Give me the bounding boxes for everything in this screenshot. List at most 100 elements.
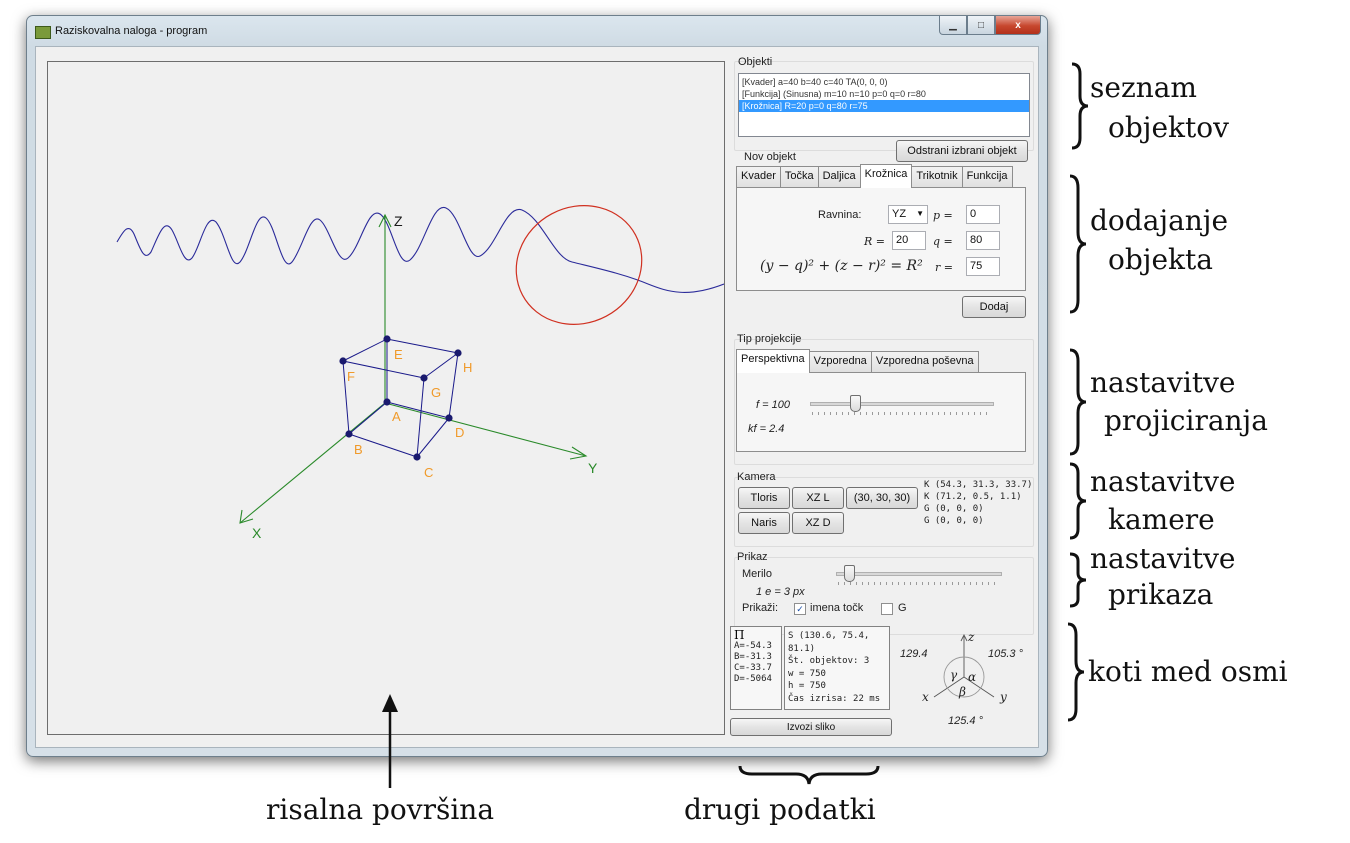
merilo-slider-thumb[interactable] <box>843 565 855 582</box>
tloris-button[interactable]: Tloris <box>738 487 790 509</box>
annot-koti: koti med osmi <box>1088 655 1288 688</box>
tab-kvader[interactable]: Kvader <box>736 166 781 187</box>
brace-drugi <box>738 765 880 785</box>
angle-y-label: y <box>999 690 1007 704</box>
tab-funkcija[interactable]: Funkcija <box>961 166 1013 187</box>
plane-symbol: Π <box>734 628 745 642</box>
imena-tock-label: imena točk <box>810 602 864 614</box>
camera-info-line: G (0, 0, 0) <box>924 516 984 526</box>
tab-perspektivna[interactable]: Perspektivna <box>736 349 810 373</box>
p-label: p = <box>933 209 953 222</box>
plane-coef: B=-31.3 <box>734 652 772 662</box>
g-checkbox[interactable] <box>881 603 893 615</box>
maximize-button[interactable]: □ <box>967 16 995 35</box>
circle-formula: (y − q)² + (z − r)² = R² <box>760 258 923 274</box>
tab-kroznica[interactable]: Krožnica <box>859 164 913 188</box>
camera-info-line: K (71.2, 0.5, 1.1) <box>924 492 1022 502</box>
f-slider-thumb[interactable] <box>849 395 861 412</box>
window-controls: ▁ □ x <box>939 16 1041 36</box>
remove-object-button[interactable]: Odstrani izbrani objekt <box>896 140 1028 162</box>
scene-info-line: w = 750 <box>788 668 826 679</box>
prikaz-label: Prikaz <box>737 551 768 563</box>
axes <box>239 213 588 524</box>
z-axis-label: Z <box>394 213 403 229</box>
objects-list[interactable]: [Kvader] a=40 b=40 c=40 TA(0, 0, 0) [Fun… <box>738 73 1030 137</box>
camera-info-line: K (54.3, 31.3, 33.7) <box>924 480 1033 490</box>
kf-value-label: kf = 2.4 <box>748 423 785 435</box>
angle-top-left: 129.4 <box>900 648 928 660</box>
sine-function-curve <box>116 207 724 293</box>
annot-seznam-1: seznam <box>1090 71 1197 104</box>
angle-bottom: 125.4 ° <box>948 715 984 727</box>
close-button[interactable]: x <box>995 16 1041 35</box>
imena-tock-checkbox[interactable]: ✓ <box>794 603 806 615</box>
merilo-label: Merilo <box>742 568 772 580</box>
annot-prikaza-2: prikaza <box>1108 578 1214 611</box>
list-item-selected[interactable]: [Krožnica] R=20 p=0 q=80 r=75 <box>739 100 1029 112</box>
brace-koti <box>1067 622 1085 722</box>
tab-trikotnik[interactable]: Trikotnik <box>911 166 963 187</box>
plane-coef: D=-5064 <box>734 674 772 684</box>
dropdown-arrow-icon: ▼ <box>916 209 924 218</box>
app-icon <box>35 26 51 39</box>
angle-top-right: 105.3 ° <box>988 648 1024 660</box>
arrow-up-icon <box>382 694 398 788</box>
merilo-slider[interactable] <box>836 565 1002 587</box>
brace-kamere <box>1069 462 1087 540</box>
export-image-button[interactable]: Izvozi sliko <box>730 718 892 736</box>
brace-prikaza <box>1069 552 1087 608</box>
list-item[interactable]: [Funkcija] (Sinusna) m=10 n=10 p=0 q=0 r… <box>739 88 1029 100</box>
scale-label: 1 e = 3 px <box>756 586 805 598</box>
add-button[interactable]: Dodaj <box>962 296 1026 318</box>
tab-tocka[interactable]: Točka <box>779 166 819 187</box>
axis-angles-diagram: z x y γ α β 129.4 105.3 ° 125.4 ° <box>900 630 1024 727</box>
y-axis-arrow <box>569 446 588 460</box>
xz-d-button[interactable]: XZ D <box>792 512 844 534</box>
nov-objekt-label: Nov objekt <box>744 151 796 163</box>
r-label: r = <box>935 261 953 274</box>
tab-vzporedna-posevna[interactable]: Vzporedna poševna <box>870 351 979 372</box>
g-label: G <box>898 602 907 614</box>
r-input[interactable]: 75 <box>966 257 1000 276</box>
scene-info-line: Čas izrisa: 22 ms <box>788 693 881 704</box>
annot-seznam-2: objektov <box>1108 111 1229 144</box>
objekti-label: Objekti <box>738 56 773 68</box>
projekcija-label: Tip projekcije <box>737 333 802 345</box>
ravnina-label: Ravnina: <box>818 209 862 221</box>
annot-kamere-1: nastavitve <box>1090 465 1236 498</box>
xz-l-button[interactable]: XZ L <box>792 487 844 509</box>
scene-info-line: h = 750 <box>788 681 826 691</box>
q-input[interactable]: 80 <box>966 231 1000 250</box>
annot-dodajanje-2: objekta <box>1108 243 1213 276</box>
tab-daljica[interactable]: Daljica <box>817 166 861 187</box>
tab-vzporedna[interactable]: Vzporedna <box>808 351 872 372</box>
kamera-label: Kamera <box>737 471 776 483</box>
minimize-button[interactable]: ▁ <box>939 16 967 35</box>
scene-info-box: S (130.6, 75.4, 81.1) Št. objektov: 3 w … <box>784 626 890 710</box>
camera-preset-button[interactable]: (30, 30, 30) <box>846 487 918 509</box>
title-bar[interactable]: Raziskovalna naloga - program ▁ □ x <box>27 16 1047 46</box>
gamma-label: γ <box>950 668 958 682</box>
annot-dodajanje-1: dodajanje <box>1090 204 1229 237</box>
drawing-canvas[interactable]: Z Y X E H F G A D B C <box>47 61 725 735</box>
angle-z-label: z <box>967 630 975 644</box>
beta-label: β <box>958 685 966 699</box>
brace-dodajanje <box>1069 174 1087 314</box>
annot-risalna: risalna površina <box>266 793 495 826</box>
alpha-label: α <box>968 670 976 684</box>
brace-projiciranje <box>1069 348 1087 456</box>
r-radius-input[interactable]: 20 <box>892 231 926 250</box>
r-radius-label: R = <box>864 235 885 248</box>
naris-button[interactable]: Naris <box>738 512 790 534</box>
list-item[interactable]: [Kvader] a=40 b=40 c=40 TA(0, 0, 0) <box>739 76 1029 88</box>
p-input[interactable]: 0 <box>966 205 1000 224</box>
ravnina-select[interactable]: YZ ▼ <box>888 205 928 224</box>
angle-x-label: x <box>922 690 929 704</box>
q-label: q = <box>933 235 953 248</box>
app-window: Raziskovalna naloga - program ▁ □ x Z Y … <box>26 15 1048 757</box>
vertex-label-d: D <box>455 425 464 440</box>
vertex-label-f: F <box>347 369 355 384</box>
f-slider[interactable] <box>810 395 994 417</box>
plane-info-box: Π A=-54.3 B=-31.3 C=-33.7 D=-5064 <box>730 626 782 710</box>
window-title: Raziskovalna naloga - program <box>55 25 208 37</box>
